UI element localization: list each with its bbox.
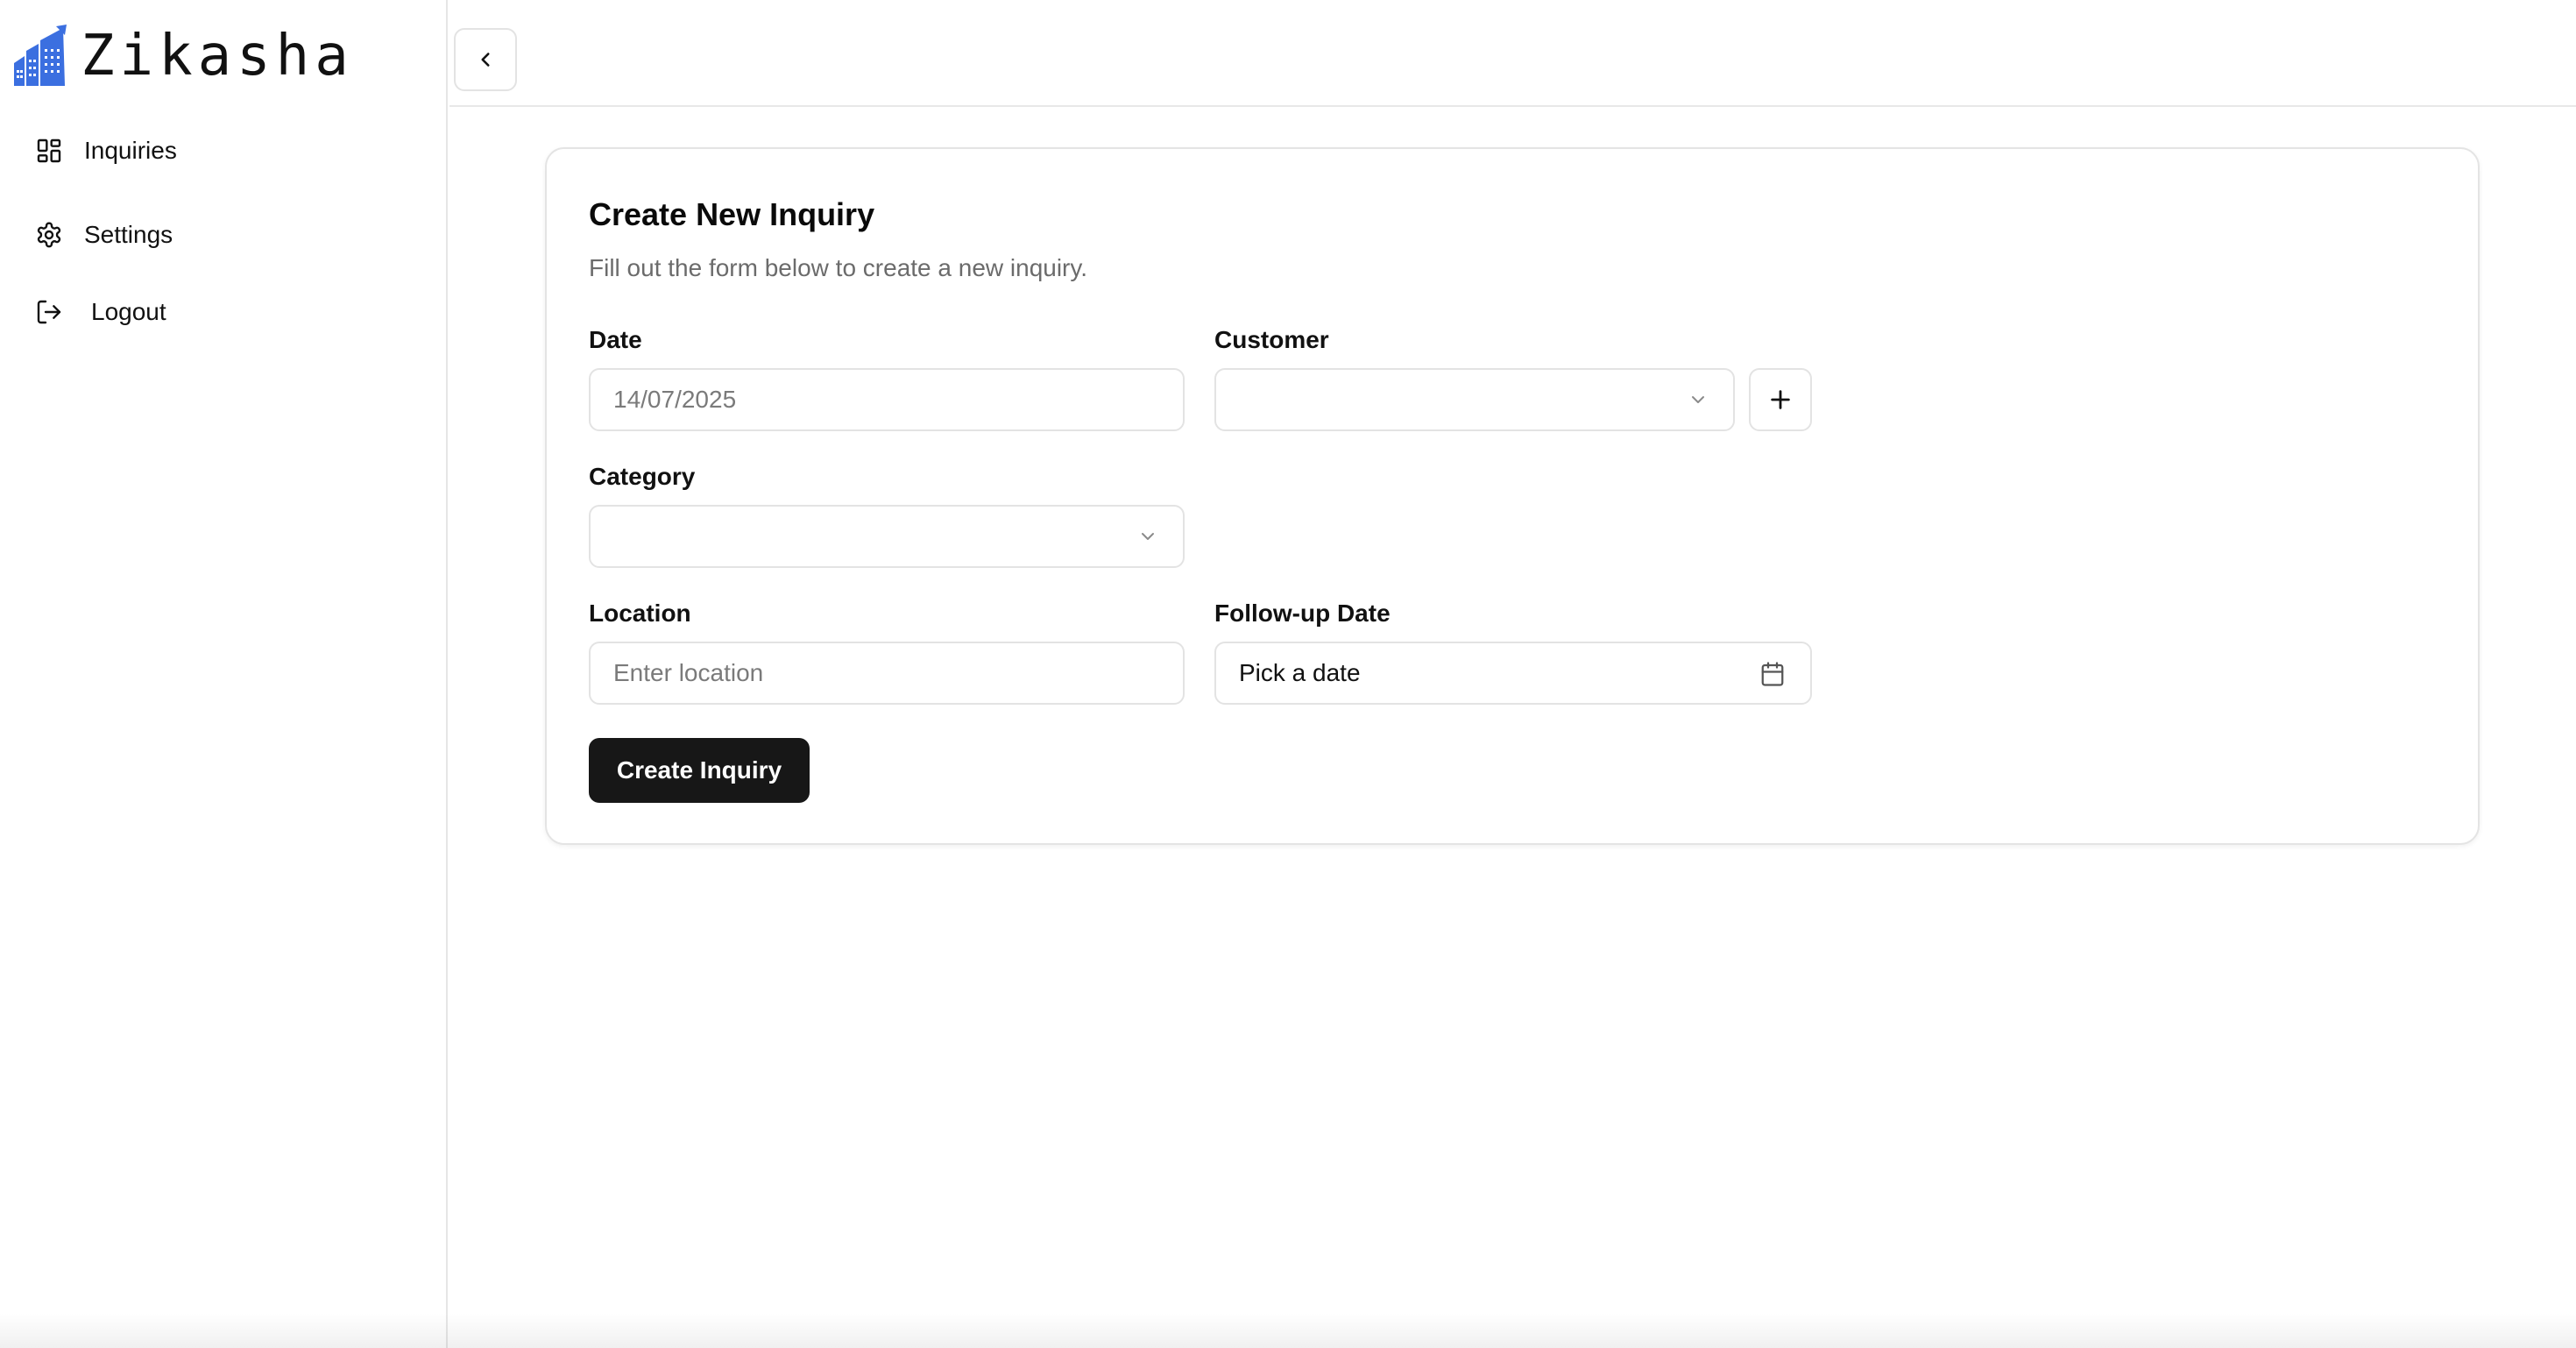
page-subtitle: Fill out the form below to create a new … (589, 254, 1088, 281)
chevron-down-icon (1142, 533, 1154, 540)
sidebar: Zikasha Inquiries Settings Logout (0, 0, 448, 1348)
sidebar-item-label: Settings (84, 221, 173, 248)
calendar-icon (1761, 662, 1784, 686)
sidebar-item-inquiries[interactable]: Inquiries (35, 126, 177, 175)
logout-icon (35, 298, 63, 326)
grid-icon (35, 137, 63, 165)
brand[interactable]: Zikasha (12, 25, 354, 88)
brand-name: Zikasha (81, 24, 354, 89)
customer-select[interactable] (1214, 368, 1735, 431)
app-root: Zikasha Inquiries Settings Logout Create… (0, 0, 2576, 1348)
customer-label: Customer (1214, 326, 1329, 353)
sidebar-item-label: Inquiries (84, 137, 177, 164)
sidebar-item-label: Logout (91, 298, 166, 325)
create-inquiry-button[interactable]: Create Inquiry (589, 738, 810, 803)
category-select[interactable] (589, 505, 1185, 568)
page-title: Create New Inquiry (589, 196, 875, 232)
date-field[interactable]: 14/07/2025 (589, 368, 1185, 431)
location-field[interactable]: Enter location (589, 642, 1185, 705)
gear-icon (35, 221, 63, 249)
sidebar-item-settings[interactable]: Settings (35, 210, 173, 259)
followup-date-picker[interactable]: Pick a date (1214, 642, 1812, 705)
chevron-left-icon (481, 53, 490, 67)
top-header (449, 0, 2576, 107)
date-value: 14/07/2025 (613, 386, 737, 413)
category-label: Category (589, 463, 696, 490)
followup-date-label: Follow-up Date (1214, 600, 1391, 627)
sidebar-item-logout[interactable]: Logout (35, 287, 166, 337)
building-chart-icon (14, 25, 67, 86)
create-inquiry-card: Create New Inquiry Fill out the form bel… (545, 147, 2480, 845)
plus-icon (1771, 390, 1790, 409)
add-customer-button[interactable] (1749, 368, 1812, 431)
location-placeholder: Enter location (613, 659, 764, 686)
date-label: Date (589, 326, 642, 353)
collapse-sidebar-button[interactable] (454, 28, 517, 91)
location-label: Location (589, 600, 691, 627)
followup-date-placeholder: Pick a date (1239, 659, 1361, 686)
chevron-down-icon (1692, 396, 1704, 403)
